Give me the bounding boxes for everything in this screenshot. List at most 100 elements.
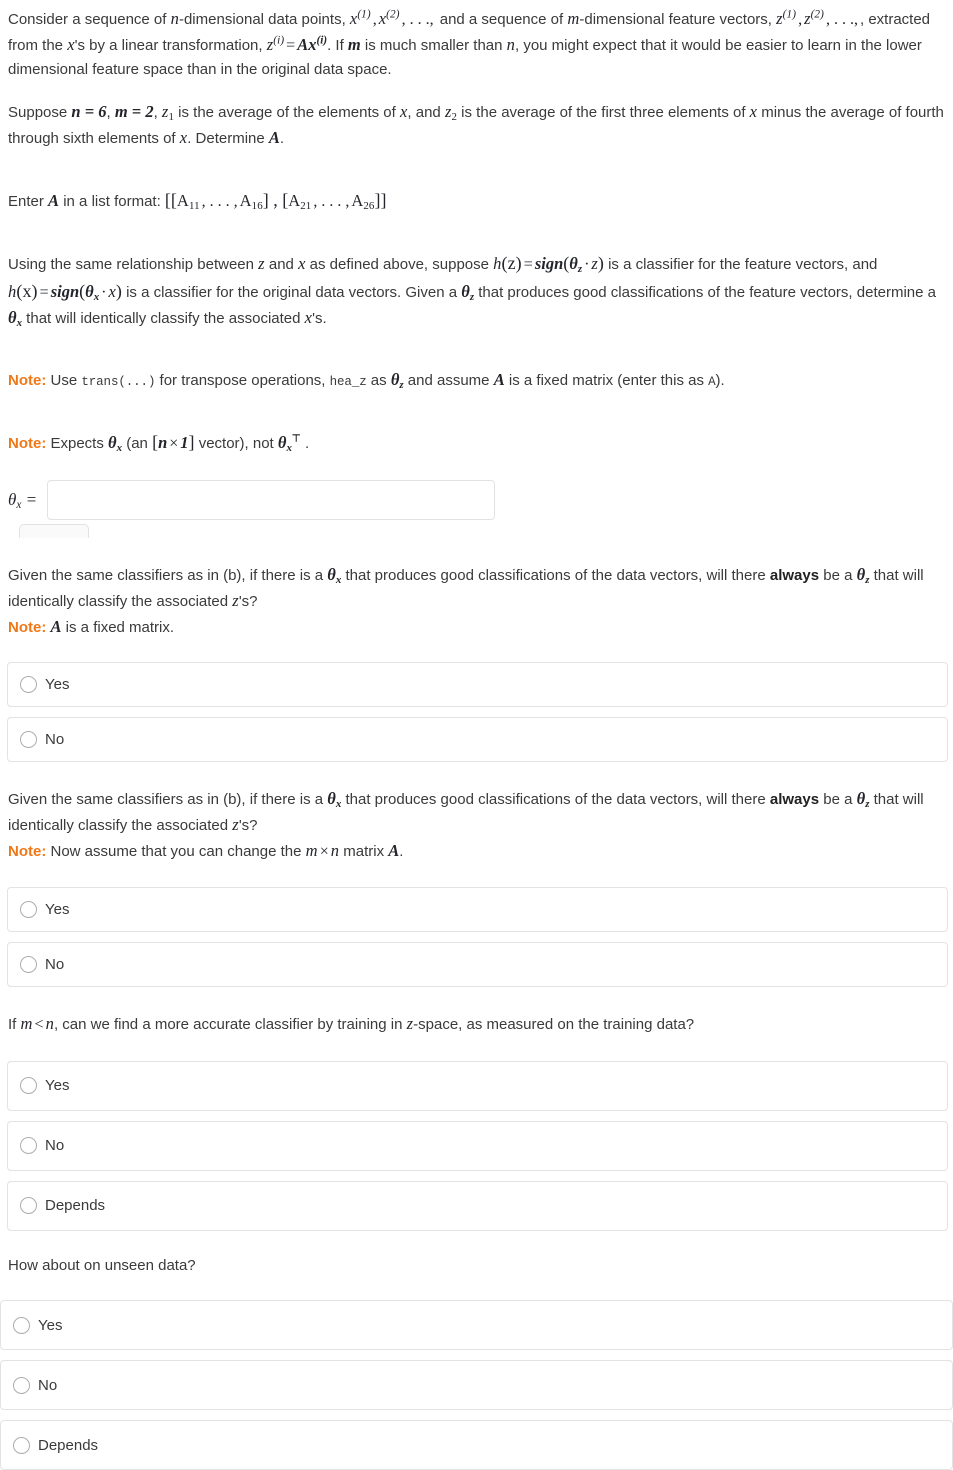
radio-icon[interactable] [13, 1436, 30, 1454]
intro-text-f: 's by a linear transformation, [74, 37, 267, 55]
option-q4-no[interactable]: No [0, 1360, 953, 1411]
option-q3-depends[interactable]: Depends [7, 1180, 948, 1231]
cls-hx-theta: θx [85, 281, 100, 303]
option-q3-no[interactable]: No [7, 1120, 948, 1171]
option-label: Yes [45, 676, 70, 694]
note-trans-block: Note: Use trans(...) for transpose opera… [5, 367, 948, 393]
radio-icon[interactable] [13, 1316, 30, 1334]
q1-text-c: be a [819, 567, 857, 585]
q2-always-emphasis: always [769, 791, 820, 809]
question-2-options: Yes No [5, 887, 948, 988]
cls-text-d: is a classifier for the feature vectors,… [603, 256, 878, 274]
option-q4-depends[interactable]: Depends [0, 1420, 953, 1470]
q1-note-label: Note: [8, 618, 47, 636]
intro-text-a: Consider a sequence of [8, 11, 171, 28]
submit-button-partial[interactable] [19, 524, 89, 539]
option-q2-no[interactable]: No [7, 942, 948, 988]
radio-icon[interactable] [20, 956, 37, 974]
cls-h-of-x: h(x) [8, 280, 38, 301]
enter-A26: A26 [351, 191, 375, 213]
cls-hx-equals: = [39, 283, 49, 301]
option-label: No [45, 1137, 65, 1155]
option-q2-yes[interactable]: Yes [7, 887, 948, 933]
theta-x-answer-input[interactable] [47, 480, 496, 521]
radio-icon[interactable] [20, 731, 37, 749]
q1-theta-z: θz [856, 565, 870, 587]
radio-icon[interactable] [20, 901, 37, 919]
note-trans: Note: Use trans(...) for transpose opera… [8, 367, 945, 393]
suppose-z2: z2 [444, 102, 458, 124]
intro-n-var: n [506, 35, 515, 55]
classifier-paragraph: Using the same relationship between z an… [8, 250, 945, 331]
note1-text-a: Use [46, 371, 82, 389]
radio-icon[interactable] [20, 1077, 37, 1095]
cls-text-g: that will identically classify the assoc… [22, 310, 305, 328]
option-label: Yes [45, 901, 70, 919]
question-4-options: Yes No Depends [0, 1300, 953, 1470]
enter-bracket-mid: ] , [ [262, 190, 289, 211]
note1-a-code: A [708, 374, 716, 389]
note2-theta-x: θx [108, 432, 123, 454]
q2-note-m: m [305, 841, 318, 861]
intro-paragraph-block: Consider a sequence of n -dimensional dat… [5, 6, 948, 81]
option-q3-yes[interactable]: Yes [7, 1060, 948, 1111]
option-label: Depends [45, 1197, 106, 1215]
question-3-options: Yes No Depends [5, 1060, 948, 1231]
note-expects: Note: Expects θx (an [n × 1] vector), not … [8, 429, 945, 456]
suppose-n-eq: n = 6 [71, 102, 107, 122]
intro-z1: z(1) [776, 8, 797, 28]
q2-note-text-c: . [399, 843, 404, 861]
enter-dots-2: , . . . , [313, 193, 350, 211]
option-q4-yes[interactable]: Yes [0, 1300, 953, 1351]
intro-text-d: -dimensional feature vectors, [579, 11, 772, 28]
note1-trans-code: trans(...) [81, 374, 156, 389]
question-4-block: How about on unseen data? Yes No Depends [0, 1255, 953, 1470]
enter-A21: A21 [288, 191, 312, 213]
question-1-text: Given the same classifiers as in (b), if… [5, 562, 948, 614]
q1-theta-x: θx [327, 565, 342, 587]
intro-m-var: m [347, 35, 361, 55]
radio-icon[interactable] [13, 1376, 30, 1394]
option-label: No [45, 956, 65, 974]
suppose-matrix-A: A [268, 128, 280, 148]
radio-icon[interactable] [20, 676, 37, 694]
suppose-z1: z1 [161, 102, 174, 124]
exercise-page: Consider a sequence of n -dimensional dat… [0, 0, 953, 1470]
suppose-text-f: . Determine [187, 130, 269, 148]
cls-text-a: Using the same relationship between [8, 256, 259, 274]
cls-text-h: 's. [312, 310, 327, 328]
note1-text-f: ). [715, 371, 725, 389]
enter-text-a: Enter [8, 193, 49, 211]
cls-text-c: as defined above, suppose [305, 256, 494, 274]
q1-note-matrix-A: A [50, 616, 62, 636]
q3-text-b: , can we find a more accurate classifier… [53, 1016, 407, 1034]
q2-theta-x: θx [327, 789, 342, 811]
radio-icon[interactable] [20, 1197, 37, 1215]
note1-text-d: and assume [403, 371, 494, 389]
intro-text-b: -dimensional data points, [178, 11, 350, 28]
radio-icon[interactable] [20, 1137, 37, 1155]
note2-text-a: Expects [46, 434, 109, 452]
option-q1-yes[interactable]: Yes [7, 662, 948, 708]
suppose-text-c: , and [407, 104, 445, 122]
q2-note-label: Note: [8, 843, 47, 861]
intro-x2: x(2) [378, 8, 400, 28]
theta-x-answer-row: θx = [8, 480, 948, 521]
intro-x1: x(1) [349, 8, 371, 28]
cls-hz-equals: = [523, 256, 533, 274]
note1-theta-z: θz [390, 369, 404, 391]
intro-ellipsis-2: , . . ., [825, 11, 858, 28]
suppose-text-g: . [279, 130, 285, 148]
cls-hz-sign: sign [534, 254, 564, 274]
q1-text-b: that produces good classifications of th… [341, 567, 770, 585]
q1-text-e: 's? [238, 592, 258, 610]
q2-text-a: Given the same classifiers as in (b), if… [8, 791, 328, 809]
q2-note-text-a: Now assume that you can change the [46, 843, 306, 861]
note2-dim-one: 1 [180, 432, 189, 452]
option-q1-no[interactable]: No [7, 717, 948, 763]
intro-zi: z(i) [266, 34, 285, 55]
suppose-m-eq: m = 2 [114, 102, 154, 122]
cls-text-e: is a classifier for the original data ve… [121, 283, 462, 301]
q1-text-a: Given the same classifiers as in (b), if… [8, 567, 328, 585]
enter-matrix-A: A [48, 191, 60, 211]
